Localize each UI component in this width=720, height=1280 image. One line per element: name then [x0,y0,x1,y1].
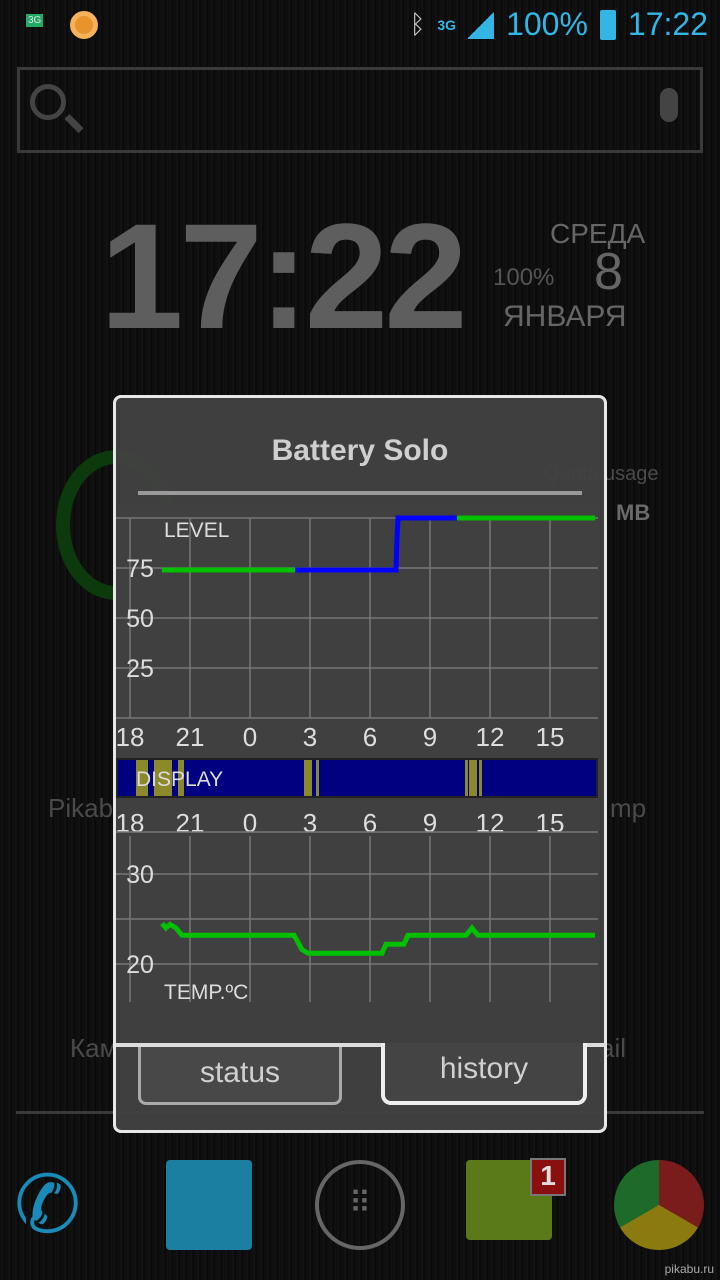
title-divider [138,491,582,495]
clock-time: 17:22 [627,6,708,42]
search-handle [64,113,84,134]
microphone-icon[interactable] [660,88,678,122]
battery-percent: 100% [506,6,588,42]
quota-value: MB [616,500,651,525]
widget-month: ЯНВАРЯ [503,300,627,333]
clock-widget-time[interactable]: 17:22 [100,190,468,363]
google-search-bar[interactable] [17,67,703,153]
contacts-app-icon[interactable] [166,1160,252,1250]
tab-history[interactable]: history [381,1043,587,1105]
tab-bar-line-right [586,1043,606,1047]
app-label-camera[interactable]: Кам [70,1033,117,1064]
dialog-title: Battery Solo [271,434,449,467]
messages-badge: 1 [530,1158,566,1196]
status-bar: 3G ᛒ 3G 100% 17:22 [0,0,720,52]
battery-icon [599,9,616,40]
app-notification-icon [70,11,98,39]
bluetooth-icon: ᛒ [409,9,426,39]
search-icon[interactable] [30,84,66,120]
widget-day: 8 [594,243,623,301]
tab-status-label: status [199,1056,281,1089]
network-badge-icon: 3G [26,14,44,27]
network-type: 3G [437,16,457,33]
app-label-amp[interactable]: mp [610,793,646,824]
tab-status[interactable]: status [138,1047,342,1105]
tab-history-label: history [439,1052,529,1085]
app-label-pikabu[interactable]: Pikab [48,793,113,824]
phone-app-icon[interactable]: ✆ [14,1160,104,1250]
chrome-app-icon[interactable] [614,1160,704,1250]
battery-solo-dialog: Battery Solo status history [113,395,607,1133]
app-drawer-icon[interactable]: ⠿ [315,1160,405,1250]
watermark: pikabu.ru [664,1262,714,1276]
signal-icon [468,10,495,39]
widget-battery: 100% [493,264,555,291]
